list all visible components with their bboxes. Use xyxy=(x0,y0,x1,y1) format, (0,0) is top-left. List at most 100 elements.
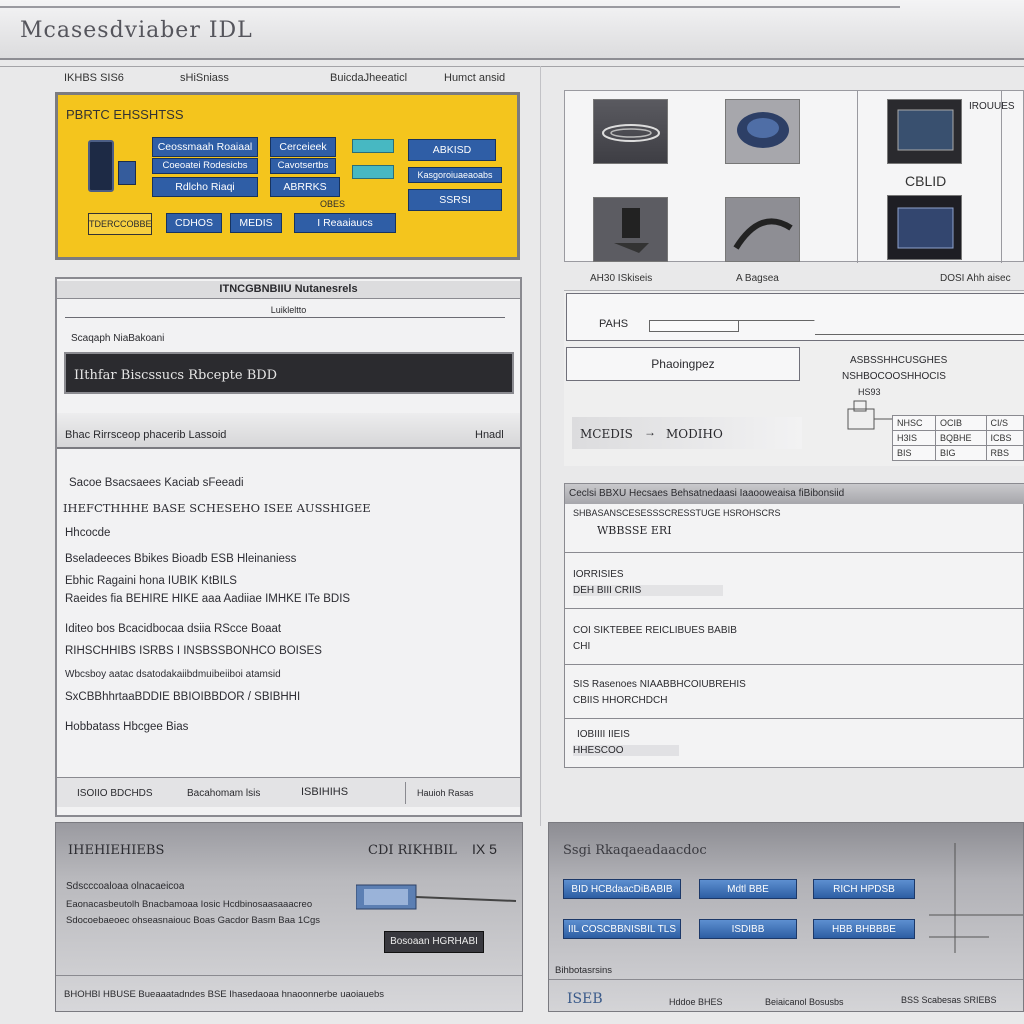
footer-tab-1[interactable]: ISOIIO BDCHDS xyxy=(77,788,153,799)
module-button-4[interactable]: IIL COSCBBNISBIL TLS xyxy=(563,919,681,939)
mode-select[interactable]: Phaoingpez xyxy=(566,347,800,381)
module-icon xyxy=(118,161,136,185)
thumbnail-5[interactable] xyxy=(725,197,800,262)
action-button-11[interactable]: MEDIS xyxy=(230,213,282,233)
service-run-button[interactable]: Bosoaan HGRHABI xyxy=(384,931,484,953)
footer-tab-2[interactable]: Bacahomam lsis xyxy=(187,788,260,799)
gallery-caption-1: AH30 ISkiseis xyxy=(590,273,653,284)
details-row-4[interactable]: IOBIIII IIEIS HHESCOO xyxy=(565,718,1024,768)
status-bar[interactable]: IIthfar Biscssucs Rbcepte BDD xyxy=(64,352,514,394)
module-button-2[interactable]: Mdtl BBE xyxy=(699,879,797,899)
module-button-1[interactable]: BID HCBdaacDiBABIB xyxy=(563,879,681,899)
section-tag[interactable]: Hnadl xyxy=(475,429,504,441)
thumbnail-2[interactable] xyxy=(725,99,800,164)
footer-tabs: ISOIIO BDCHDS Bacahomam lsis ISBIHIHS Ha… xyxy=(57,777,520,807)
service-title: IHEHIEHIEBS xyxy=(68,843,165,858)
details-row-1-b: DEH BIII CRIIS xyxy=(573,585,723,596)
slider-bend xyxy=(794,320,824,334)
details-row-2-b: CHI xyxy=(573,641,591,652)
gallery-divider-2 xyxy=(1001,91,1002,263)
module-button-5[interactable]: ISDIBB xyxy=(699,919,797,939)
header-label-4[interactable]: Humct ansid xyxy=(444,72,505,84)
mini-cell: OCIB xyxy=(935,415,987,431)
component-icon xyxy=(847,400,892,430)
lens-icon xyxy=(602,124,660,142)
header-label-1[interactable]: IKHBS SIS6 xyxy=(64,72,124,84)
service-line-1: Sdscccoaloaa olnacaeicoa xyxy=(66,881,185,892)
action-button-4[interactable]: Coeoatei Rodesicbs xyxy=(152,158,258,174)
service-line-3: Sdocoebaeoec ohseasnaiouc Boas Gacdor Ba… xyxy=(66,915,321,926)
module-panel: Ssgi Rkaqaeadaacdoc BID HCBdaacDiBABIB M… xyxy=(548,822,1024,1012)
details-row-1[interactable]: IORRISIES DEH BIII CRIIS xyxy=(565,552,1024,608)
cable-icon xyxy=(733,218,793,250)
mini-cell: BQBHE xyxy=(935,430,987,446)
module-button-6[interactable]: HBB BHBBBE xyxy=(813,919,915,939)
details-row-3-b: CBIIS HHORCHDCH xyxy=(573,695,668,706)
action-button-3[interactable]: ABKISD xyxy=(408,139,496,161)
teal-toggle-1[interactable] xyxy=(352,139,394,153)
header-label-3[interactable]: BuicdaJheeaticl xyxy=(330,72,407,84)
thumbnail-1[interactable] xyxy=(593,99,668,164)
mini-table: NHSC OCIB CI/S H3IS BQBHE ICBS BIS BIG RBS xyxy=(891,415,1024,461)
service-line-2: Eaonacasbeutolh Bnacbamoaa Iosic Hcdbino… xyxy=(66,899,313,910)
action-button-8[interactable]: ABRRKS xyxy=(270,177,340,197)
details-row-2-a: COI SIKTEBEE REICLIBUES BABIB xyxy=(573,625,737,636)
module-footer-item-3[interactable]: Beiaicanol Bosusbs xyxy=(765,997,844,1007)
diagnostics-header: ITNCGBNBIIU Nutanesrels xyxy=(57,281,520,299)
details-header: Ceclsi BBXU Hecsaes Behsatnedaasi Iaaoow… xyxy=(565,484,1024,504)
thumbnail-4[interactable] xyxy=(593,197,668,262)
action-button-5[interactable]: Cavotsertbs xyxy=(270,158,336,174)
mode-label: OBES xyxy=(320,199,346,209)
module-button-3[interactable]: RICH HPDSB xyxy=(813,879,915,899)
details-panel: Ceclsi BBXU Hecsaes Behsatnedaasi Iaaoow… xyxy=(564,483,1024,768)
details-row-3[interactable]: SIS Rasenoes NIAABBHCOIUBREHIS CBIIS HHO… xyxy=(565,664,1024,718)
module-footer-label: Bihbotasrsins xyxy=(555,965,613,976)
module-footer-item-4[interactable]: BSS Scabesas SRIEBS xyxy=(901,995,1021,1005)
action-button-12[interactable]: I Reaaiaucs xyxy=(294,213,396,233)
slider-line xyxy=(815,334,1024,335)
flow-from: MCEDIS xyxy=(580,427,633,441)
gallery-caption-3: DOSI Ahh aisec xyxy=(940,273,1011,284)
details-row-2[interactable]: COI SIKTEBEE REICLIBUES BABIB CHI xyxy=(565,608,1024,664)
action-button-9[interactable]: SSRSI xyxy=(408,189,502,211)
action-button-2[interactable]: Cerceieek xyxy=(270,137,336,157)
status-bar-text: IIthfar Biscssucs Rbcepte BDD xyxy=(74,368,278,383)
info-sub: NSHBOCOOSHHOCIS xyxy=(842,371,946,382)
gallery-caption-box: CBLID xyxy=(905,173,947,189)
module-title: Ssgi Rkaqaeadaacdoc xyxy=(563,843,707,858)
mini-cell: BIS xyxy=(891,445,937,461)
mini-cell: CI/S xyxy=(985,415,1024,431)
probe-icon xyxy=(356,884,517,910)
thumbnail-3[interactable] xyxy=(887,99,962,164)
crosshair-icon xyxy=(929,843,1023,953)
section-title: Bhac Rirrsceop phacerib Lassoid xyxy=(65,429,227,441)
gallery-divider xyxy=(857,91,858,263)
slider-track xyxy=(739,320,799,321)
service-close-icon[interactable]: IX 5 xyxy=(472,841,497,857)
footer-tab-4[interactable]: Hauioh Rasas xyxy=(417,788,474,798)
scanner-device-icon xyxy=(88,140,114,192)
mini-cell: ICBS xyxy=(985,430,1024,446)
body-line-6: Raeides fia BEHIRE HIKE aaa Aadiiae IMHK… xyxy=(65,593,351,605)
mini-cell: NHSC xyxy=(891,415,937,431)
action-button-7[interactable]: Rdlcho Riaqi xyxy=(152,177,258,197)
header-label-2[interactable]: sHiSniass xyxy=(180,72,229,84)
module-footer-item-1[interactable]: ISEB xyxy=(567,991,603,1007)
quick-actions-panel: PBRTC EHSSHTSS Ceossmaah Roaiaal Cerceie… xyxy=(55,92,520,260)
footer-tab-3[interactable]: ISBIHIHS xyxy=(301,786,348,798)
body-line-10: SxCBBhhrtaaBDDIE BBIOIBBDOR / SBIBHHI xyxy=(65,691,301,703)
service-divider xyxy=(56,975,522,976)
thumbnail-6[interactable] xyxy=(887,195,962,260)
module-footer-item-2[interactable]: Hddoe BHES xyxy=(669,997,723,1007)
flow-to: MODIHO xyxy=(666,427,723,441)
parameter-slider[interactable] xyxy=(649,320,739,332)
teal-toggle-2[interactable] xyxy=(352,165,394,179)
quick-actions-title: PBRTC EHSSHTSS xyxy=(66,107,184,122)
body-line-1: Sacoe Bsacsaees Kaciab sFeeadi xyxy=(69,477,244,489)
action-button-10[interactable]: CDHOS xyxy=(166,213,222,233)
action-button-6[interactable]: Kasgoroiuaeaoabs xyxy=(408,167,502,183)
parameter-panel: PAHS Phaoingpez MCEDIS → MODIHO ASBSSHHC… xyxy=(564,290,1024,466)
mini-cell: BIG xyxy=(935,445,987,461)
service-panel: IHEHIEHIEBS CDI RIKHBIL IX 5 Sdscccoaloa… xyxy=(55,822,523,1012)
action-button-1[interactable]: Ceossmaah Roaiaal xyxy=(152,137,258,157)
